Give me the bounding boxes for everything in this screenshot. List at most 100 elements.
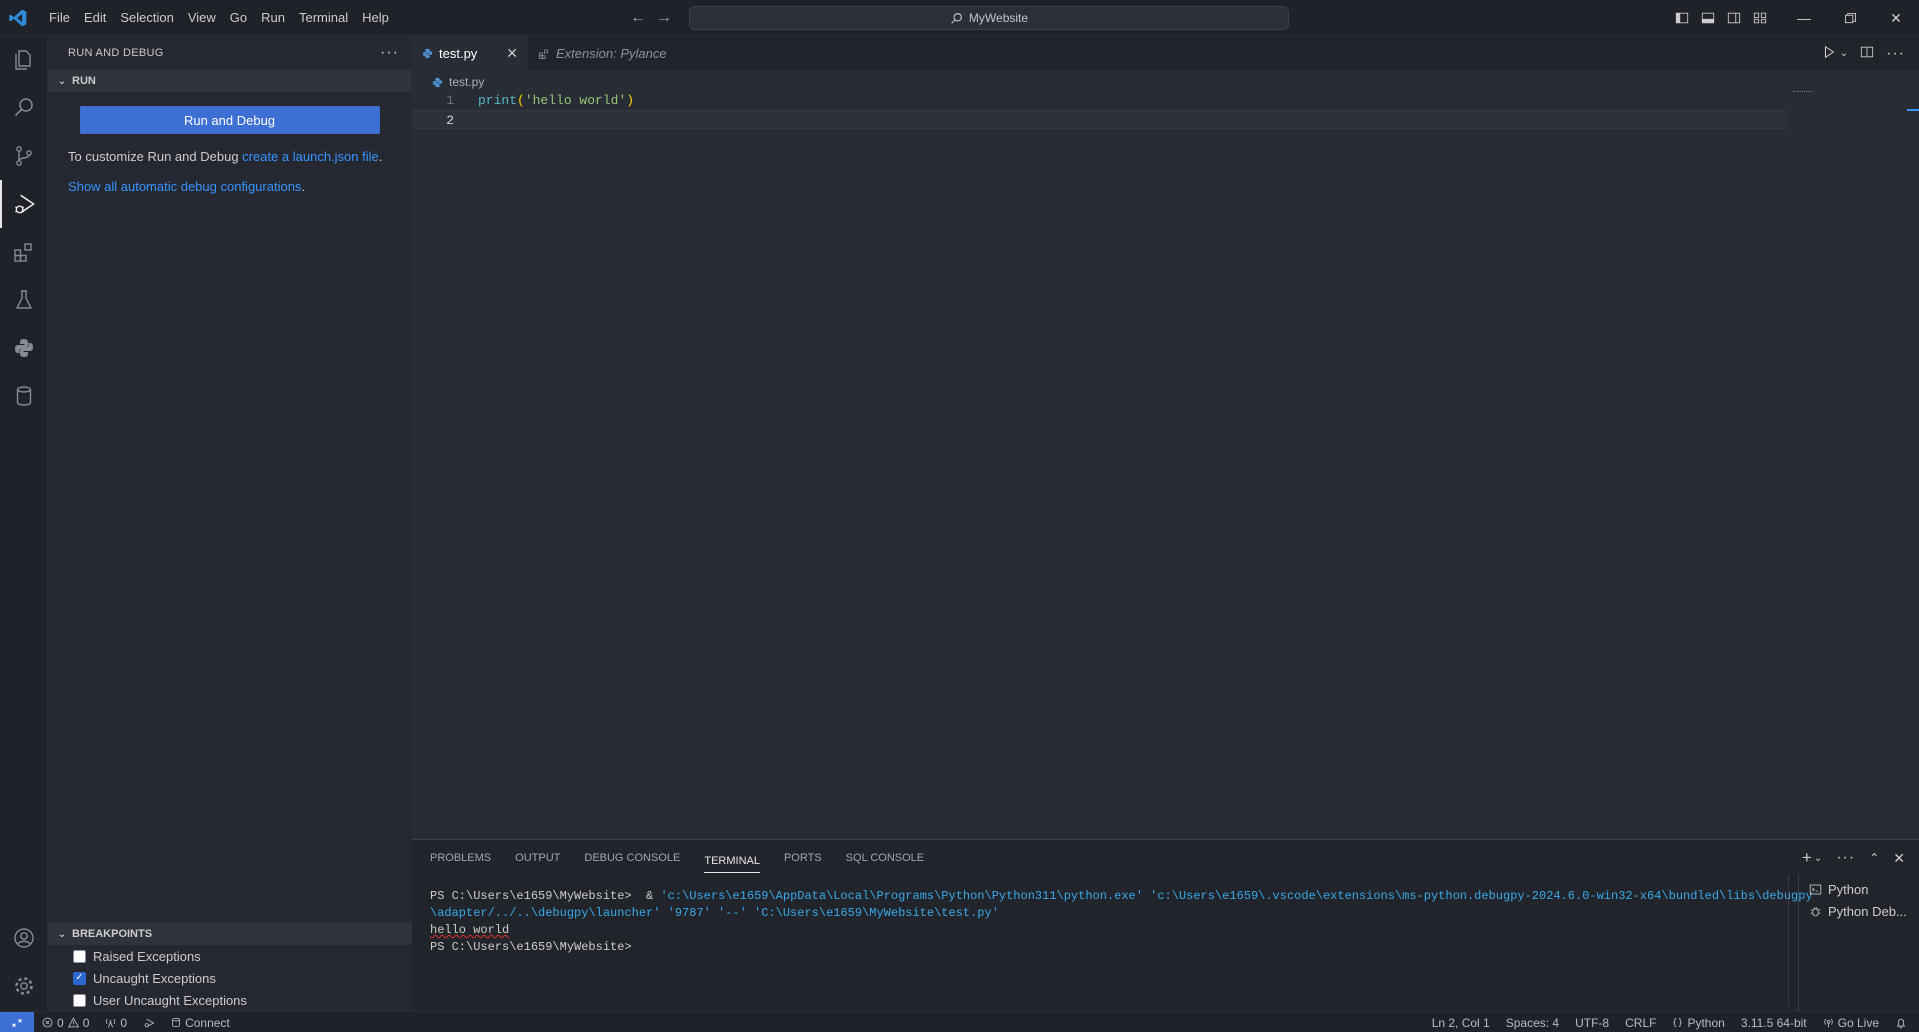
tab-sql-console[interactable]: SQL CONSOLE: [846, 840, 924, 876]
tab-ports[interactable]: PORTS: [784, 840, 822, 876]
broadcast-icon: [1823, 1018, 1833, 1028]
testing-flask-icon[interactable]: [0, 276, 48, 324]
breakpoint-user-uncaught-exceptions[interactable]: User Uncaught Exceptions: [48, 989, 412, 1011]
run-section-header[interactable]: ⌄ RUN: [48, 70, 411, 92]
minimap[interactable]: [1793, 91, 1813, 93]
indentation[interactable]: Spaces: 4: [1506, 1016, 1559, 1030]
code-line-1[interactable]: 1 print('hello world'): [412, 91, 1787, 110]
tab-output[interactable]: OUTPUT: [515, 840, 560, 876]
menu-edit[interactable]: Edit: [77, 0, 113, 36]
error-icon: [42, 1017, 53, 1028]
python-icon[interactable]: [0, 324, 48, 372]
encoding[interactable]: UTF-8: [1575, 1016, 1609, 1030]
code-line-2[interactable]: 2: [412, 110, 1787, 129]
terminal-output[interactable]: PS C:\Users\e1659\MyWebsite> & 'c:\Users…: [430, 888, 1919, 956]
menu-bar: File Edit Selection View Go Run Terminal…: [42, 0, 396, 36]
menu-help[interactable]: Help: [355, 0, 396, 36]
extensions-icon: [539, 49, 548, 59]
checkbox[interactable]: [73, 949, 86, 963]
customize-text: To customize Run and Debug create a laun…: [68, 148, 391, 166]
tab-extension-pylance[interactable]: Extension: Pylance: [528, 36, 678, 71]
explorer-icon[interactable]: [0, 36, 48, 84]
arrow-right-icon[interactable]: →: [656, 8, 672, 28]
arrow-left-icon[interactable]: ←: [630, 8, 646, 28]
cursor-position[interactable]: Ln 2, Col 1: [1432, 1016, 1490, 1030]
breakpoints-section-header[interactable]: ⌄ BREAKPOINTS: [48, 923, 412, 945]
source-control-icon[interactable]: [0, 132, 48, 180]
debug-icon: [1810, 906, 1821, 916]
terminal-instance-label: Python: [1828, 881, 1869, 897]
notifications-bell-icon[interactable]: [1895, 1017, 1907, 1029]
warning-icon: [67, 1017, 79, 1028]
minimize-icon[interactable]: —: [1781, 0, 1827, 36]
customize-suffix: .: [378, 149, 383, 164]
terminal-prompt: PS C:\Users\e1659\MyWebsite>: [430, 889, 639, 903]
code-token-paren: ): [626, 93, 635, 108]
terminal-scrollbar[interactable]: [1788, 876, 1789, 1006]
ports-status[interactable]: 0: [105, 1016, 127, 1030]
breakpoint-raised-exceptions[interactable]: Raised Exceptions: [48, 945, 412, 967]
terminal-instance-python-debug[interactable]: Python Deb...: [1799, 900, 1919, 922]
problems-status[interactable]: 0 0: [42, 1016, 89, 1030]
tab-problems[interactable]: PROBLEMS: [430, 840, 491, 876]
language-mode[interactable]: Python: [1672, 1016, 1725, 1030]
more-actions-icon[interactable]: ···: [1836, 849, 1855, 867]
restore-icon[interactable]: [1827, 0, 1873, 36]
close-panel-icon[interactable]: ✕: [1893, 850, 1905, 867]
editor-area: test.py ✕ Extension: Pylance ⌄ ··· test.…: [412, 36, 1919, 839]
tab-debug-console[interactable]: DEBUG CONSOLE: [584, 840, 680, 876]
line-number: 1: [446, 93, 454, 108]
end-of-line[interactable]: CRLF: [1625, 1016, 1656, 1030]
menu-run[interactable]: Run: [254, 0, 292, 36]
create-launch-json-link[interactable]: create a launch.json file: [242, 149, 379, 164]
more-actions-icon[interactable]: ···: [380, 44, 399, 62]
remote-indicator-icon[interactable]: [0, 1012, 34, 1032]
database-icon[interactable]: [0, 372, 48, 420]
checkbox-checked[interactable]: ✓: [73, 971, 86, 985]
connect-status[interactable]: Connect: [171, 1016, 230, 1030]
python-interpreter[interactable]: 3.11.5 64-bit: [1741, 1016, 1807, 1030]
close-tab-icon[interactable]: ✕: [506, 45, 518, 62]
python-file-icon: [422, 48, 433, 59]
run-section-body: Run and Debug To customize Run and Debug…: [48, 92, 411, 196]
menu-view[interactable]: View: [181, 0, 223, 36]
tab-test-py[interactable]: test.py ✕: [412, 36, 528, 71]
extensions-icon[interactable]: [0, 228, 48, 276]
toggle-primary-sidebar-icon[interactable]: [1669, 0, 1695, 36]
run-python-file-icon[interactable]: [1822, 45, 1836, 62]
breakpoint-uncaught-exceptions[interactable]: ✓ Uncaught Exceptions: [48, 967, 412, 989]
code-text: print('hello world'): [478, 91, 634, 110]
debug-status-icon[interactable]: [143, 1017, 155, 1029]
command-center-search[interactable]: MyWebsite: [689, 6, 1289, 30]
close-window-icon[interactable]: ✕: [1873, 0, 1919, 36]
chevron-down-icon[interactable]: ⌄: [1840, 48, 1848, 59]
more-actions-icon[interactable]: ···: [1886, 45, 1905, 63]
chevron-down-icon[interactable]: ⌄: [1814, 853, 1822, 864]
run-and-debug-button[interactable]: Run and Debug: [79, 106, 380, 134]
radio-tower-icon: [106, 1018, 116, 1028]
show-all-debug-configs-link[interactable]: Show all automatic debug configurations: [68, 179, 301, 194]
terminal-instance-python[interactable]: Python: [1799, 878, 1919, 900]
breakpoint-label: Uncaught Exceptions: [93, 970, 216, 986]
toggle-secondary-sidebar-icon[interactable]: [1721, 0, 1747, 36]
new-terminal-icon[interactable]: +: [1802, 848, 1812, 868]
breadcrumb-file[interactable]: test.py: [449, 75, 484, 89]
maximize-panel-icon[interactable]: ⌃: [1869, 851, 1879, 865]
customize-layout-icon[interactable]: [1747, 0, 1773, 36]
search-icon[interactable]: [0, 84, 48, 132]
menu-file[interactable]: File: [42, 0, 77, 36]
run-and-debug-icon[interactable]: [0, 180, 48, 228]
split-editor-icon[interactable]: [1860, 45, 1874, 62]
menu-selection[interactable]: Selection: [113, 0, 180, 36]
checkbox[interactable]: [73, 993, 86, 1007]
sidebar-header: RUN AND DEBUG ···: [48, 36, 411, 70]
tab-terminal[interactable]: TERMINAL: [704, 843, 760, 873]
vscode-logo-icon[interactable]: [8, 8, 28, 28]
go-live-status[interactable]: Go Live: [1823, 1016, 1879, 1030]
settings-gear-icon[interactable]: [0, 962, 48, 1010]
accounts-icon[interactable]: [0, 914, 48, 962]
toggle-panel-icon[interactable]: [1695, 0, 1721, 36]
menu-terminal[interactable]: Terminal: [292, 0, 355, 36]
menu-go[interactable]: Go: [223, 0, 254, 36]
chevron-down-icon: ⌄: [57, 928, 67, 940]
